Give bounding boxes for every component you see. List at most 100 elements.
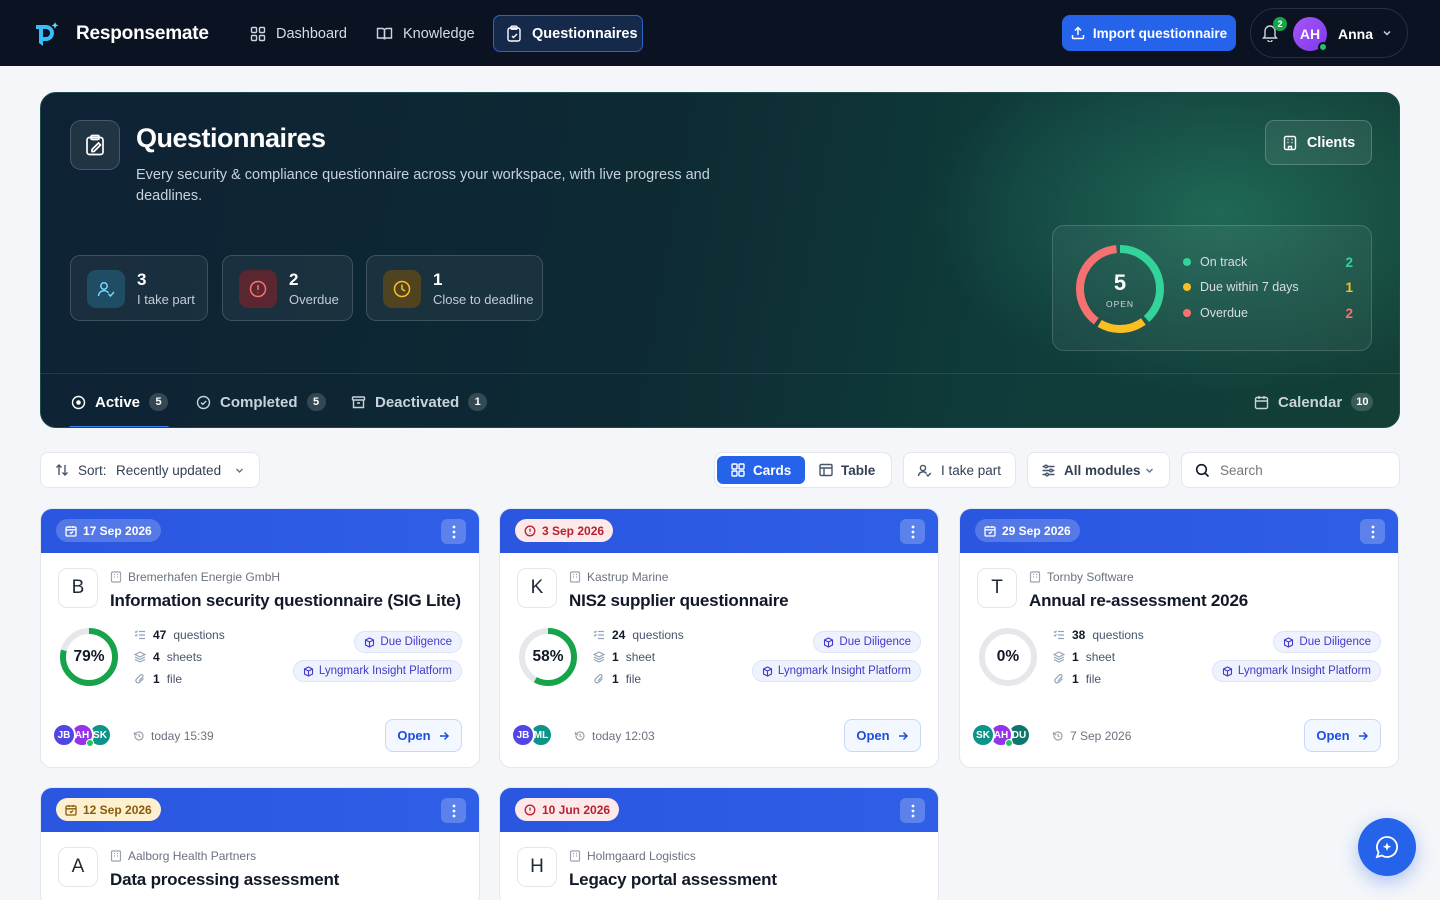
calendar-toggle[interactable]: Calendar 10 — [1254, 374, 1374, 427]
questionnaire-title[interactable]: NIS2 supplier questionnaire — [569, 591, 789, 611]
calendar-label: Calendar — [1278, 393, 1343, 411]
chevron-down-icon — [1381, 27, 1393, 39]
sort-dropdown[interactable]: Sort: Recently updated — [40, 452, 260, 488]
grid-icon — [250, 26, 266, 42]
files-count: 1 file — [1053, 671, 1101, 687]
legend-dot — [1183, 283, 1191, 291]
open-button[interactable]: Open — [1304, 719, 1381, 752]
nav-dashboard-label: Dashboard — [276, 25, 347, 42]
logo[interactable]: Responsemate — [32, 19, 209, 49]
questionnaire-card[interactable]: 3 Sep 2026 K Kastrup Marine NIS2 supplier q… — [499, 508, 939, 768]
questionnaire-card[interactable]: 29 Sep 2026 T Tornby Software Annual re-ass… — [959, 508, 1399, 768]
nav-questionnaires[interactable]: Questionnaires — [493, 15, 643, 52]
nav-dashboard[interactable]: Dashboard — [238, 15, 359, 52]
stat-label: Overdue — [289, 292, 339, 307]
search-icon — [1195, 463, 1210, 478]
table-icon — [819, 463, 833, 477]
sort-value: Recently updated — [116, 463, 222, 478]
clients-button[interactable]: Clients — [1265, 120, 1372, 165]
stat-i-take-part[interactable]: 3 I take part — [70, 255, 208, 321]
arrow-right-icon — [897, 730, 909, 742]
module-chip[interactable]: Due Diligence — [354, 631, 462, 653]
client-name-text: Tornby Software — [1047, 570, 1134, 584]
tab-completed[interactable]: Completed 5 — [196, 374, 326, 427]
card-header: 12 Sep 2026 — [41, 788, 479, 832]
card-menu-button[interactable] — [1360, 519, 1385, 544]
platform-chip[interactable]: Lyngmark Insight Platform — [1211, 660, 1381, 682]
assignee-avatar[interactable]: JB — [511, 723, 535, 747]
platform-chip[interactable]: Lyngmark Insight Platform — [292, 660, 462, 682]
chevron-down-icon — [234, 465, 245, 476]
due-date-badge: 29 Sep 2026 — [975, 519, 1080, 542]
avatar-initials: AH — [1299, 26, 1321, 42]
import-questionnaire-button[interactable]: Import questionnaire — [1062, 15, 1236, 51]
view-table-button[interactable]: Table — [805, 456, 889, 484]
building-icon — [569, 571, 581, 583]
calendar-check-icon — [65, 804, 77, 816]
open-button[interactable]: Open — [844, 719, 921, 752]
avatar[interactable]: AH — [1293, 17, 1328, 52]
card-menu-button[interactable] — [900, 798, 925, 823]
questionnaire-title[interactable]: Information security questionnaire (SIG … — [110, 591, 461, 611]
tab-label: Completed — [220, 393, 298, 411]
tab-deactivated[interactable]: Deactivated 1 — [351, 374, 488, 427]
nav-knowledge[interactable]: Knowledge — [364, 15, 487, 52]
import-questionnaire-label: Import questionnaire — [1092, 25, 1228, 41]
legend-label: On track — [1200, 255, 1248, 269]
sliders-icon — [1041, 463, 1056, 478]
platform-chip[interactable]: Lyngmark Insight Platform — [751, 660, 921, 682]
search-input[interactable] — [1220, 459, 1390, 481]
module-chip[interactable]: Due Diligence — [813, 631, 921, 653]
questionnaire-card[interactable]: 12 Sep 2026 A Aalborg Health Partners Data … — [40, 787, 480, 900]
questionnaires-hero: Questionnaires Every security & complian… — [40, 92, 1400, 428]
hero-clipboard-icon — [70, 120, 120, 170]
client-name-text: Bremerhafen Energie GmbH — [128, 570, 281, 584]
open-total-label: OPEN — [1105, 298, 1135, 309]
card-menu-button[interactable] — [900, 519, 925, 544]
stat-close-to-deadline[interactable]: 1 Close to deadline — [366, 255, 543, 321]
stat-overdue[interactable]: 2 Overdue — [222, 255, 353, 321]
tab-active[interactable]: Active 5 — [71, 374, 169, 427]
building-icon — [110, 571, 122, 583]
client-name: Kastrup Marine — [569, 570, 668, 584]
tab-label: Deactivated — [375, 393, 460, 411]
modules-dropdown[interactable]: All modules — [1027, 452, 1170, 488]
card-menu-button[interactable] — [441, 798, 466, 823]
assistant-chat-button[interactable] — [1358, 818, 1416, 876]
progress-percent: 58% — [532, 648, 564, 665]
notifications-button[interactable]: 2 — [1261, 17, 1287, 42]
questionnaire-card[interactable]: 17 Sep 2026 B Bremerhafen Energie GmbH Info… — [40, 508, 480, 768]
user-menu[interactable]: 2 AH Anna — [1250, 8, 1408, 58]
page-title: Questionnaires — [136, 123, 326, 153]
more-vertical-icon — [1371, 525, 1375, 539]
building-icon — [110, 850, 122, 862]
assignee-avatar[interactable]: JB — [52, 723, 76, 747]
check-circle-icon — [196, 395, 211, 410]
top-navbar: Responsemate Dashboard Knowledge Questio… — [0, 0, 1440, 66]
chat-sparkle-icon — [1374, 834, 1400, 860]
questionnaire-card[interactable]: 10 Jun 2026 H Holmgaard Logistics Legacy po… — [499, 787, 939, 900]
assignee-avatar[interactable]: SK — [971, 723, 995, 747]
filter-i-take-part[interactable]: I take part — [903, 452, 1016, 488]
sheets-count: 4 sheets — [134, 649, 202, 665]
cube-icon — [1222, 665, 1233, 677]
notification-count-badge: 2 — [1273, 17, 1287, 31]
questionnaire-title[interactable]: Data processing assessment — [110, 870, 339, 890]
tab-label: Active — [95, 393, 141, 411]
assignee-avatars: JB ML — [511, 723, 553, 749]
questions-count: 24 questions — [593, 627, 684, 643]
calendar-check-icon — [984, 525, 996, 537]
more-vertical-icon — [452, 525, 456, 539]
paperclip-icon — [1053, 673, 1065, 685]
history-icon — [574, 730, 586, 742]
card-menu-button[interactable] — [441, 519, 466, 544]
view-cards-button[interactable]: Cards — [717, 456, 806, 484]
questionnaire-title[interactable]: Legacy portal assessment — [569, 870, 777, 890]
module-chip[interactable]: Due Diligence — [1273, 631, 1381, 653]
sort-prefix: Sort: — [78, 463, 107, 478]
open-button[interactable]: Open — [385, 719, 462, 752]
user-name: Anna — [1338, 26, 1373, 42]
cube-icon — [823, 636, 834, 648]
building-icon — [1029, 571, 1041, 583]
questionnaire-title[interactable]: Annual re-assessment 2026 — [1029, 591, 1248, 611]
